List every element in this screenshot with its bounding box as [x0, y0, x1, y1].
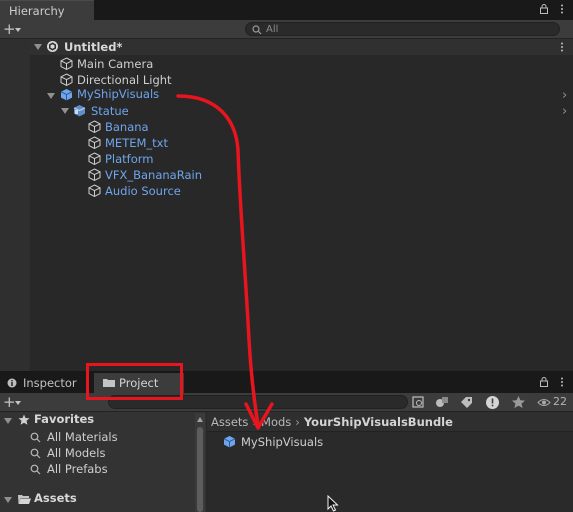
tab-inspector[interactable]: Inspector — [0, 373, 90, 393]
lock-icon[interactable] — [540, 377, 548, 387]
gameobject-cube-icon — [60, 57, 73, 70]
gameobject-cube-icon — [88, 168, 101, 181]
expand-arrow-icon[interactable] — [34, 44, 42, 50]
gameobject-cube-icon — [88, 184, 101, 197]
hierarchy-item[interactable]: Banana — [88, 119, 288, 135]
prefab-cube-icon — [60, 89, 73, 101]
favorite-label: All Prefabs — [47, 462, 108, 476]
item-label: Platform — [105, 152, 154, 166]
search-input[interactable] — [266, 23, 546, 35]
hierarchy-item[interactable]: Audio Source — [88, 183, 288, 199]
open-prefab-chevron-icon[interactable]: › — [562, 104, 567, 119]
breadcrumb-mods[interactable]: Mods — [261, 415, 291, 429]
gameobject-cube-icon — [88, 152, 101, 165]
create-asset-button[interactable]: + — [3, 395, 25, 410]
hierarchy-item[interactable]: VFX_BananaRain — [88, 167, 288, 183]
mouse-cursor-icon — [327, 495, 339, 512]
star-icon[interactable] — [510, 394, 527, 411]
hierarchy-item[interactable]: Main Camera — [60, 56, 260, 72]
gameobject-cube-icon — [60, 73, 73, 86]
filter-by-type-icon[interactable] — [434, 394, 451, 411]
hierarchy-item-myshipvisuals[interactable]: MyShipVisuals — [47, 87, 247, 104]
unity-scene-icon — [47, 41, 58, 52]
chevron-right-icon: › — [252, 415, 258, 429]
favorite-item[interactable]: All Models — [30, 445, 190, 461]
create-button[interactable]: + — [3, 22, 25, 37]
asset-item[interactable]: MyShipVisuals — [223, 434, 423, 450]
item-label: METEM_txt — [105, 136, 168, 150]
favorite-item[interactable]: All Materials — [30, 429, 190, 445]
search-icon — [30, 448, 41, 459]
lock-icon[interactable] — [540, 4, 548, 14]
scroll-up-icon[interactable] — [197, 417, 203, 422]
chevron-right-icon: › — [295, 415, 300, 429]
hierarchy-item[interactable]: METEM_txt — [88, 135, 288, 151]
search-icon — [30, 464, 41, 475]
favorite-label: All Models — [47, 446, 106, 460]
favorite-item[interactable]: All Prefabs — [30, 461, 190, 477]
scene-name: Untitled* — [64, 40, 123, 54]
tree-gutter — [0, 39, 30, 371]
expand-arrow-icon[interactable] — [4, 418, 12, 424]
prefab-cube-icon — [223, 436, 236, 448]
gameobject-cube-icon — [88, 136, 101, 149]
expand-arrow-icon[interactable] — [4, 497, 12, 503]
gameobject-cube-icon — [88, 120, 101, 133]
breadcrumb: Assets › Mods › YourShipVisualsBundle — [207, 412, 573, 432]
open-prefab-chevron-icon[interactable]: › — [562, 88, 567, 103]
expand-arrow-icon[interactable] — [47, 93, 55, 99]
warning-icon[interactable] — [484, 394, 501, 411]
tab-hierarchy-label: Hierarchy — [9, 4, 65, 18]
hierarchy-item-statue[interactable]: Statue — [61, 103, 261, 119]
hierarchy-item[interactable]: Platform — [88, 151, 288, 167]
item-label: Statue — [91, 104, 129, 118]
favorites-label: Favorites — [34, 412, 95, 426]
tab-inspector-label: Inspector — [23, 376, 77, 390]
item-label: Main Camera — [77, 57, 154, 71]
search-icon — [252, 25, 262, 35]
item-label: Banana — [105, 120, 149, 134]
asset-label: MyShipVisuals — [241, 435, 324, 449]
dropdown-caret-icon — [15, 401, 21, 405]
favorites-header[interactable]: Favorites — [4, 412, 184, 428]
label-tag-icon[interactable] — [458, 394, 475, 411]
scene-header[interactable]: Untitled* — [34, 39, 554, 55]
assets-label: Assets — [34, 491, 77, 505]
search-by-type-icon[interactable] — [410, 394, 427, 411]
tab-hierarchy[interactable]: Hierarchy — [0, 0, 94, 20]
dropdown-caret-icon — [15, 28, 21, 32]
expand-arrow-icon[interactable] — [61, 108, 69, 114]
favorite-label: All Materials — [47, 430, 118, 444]
scene-menu-icon[interactable] — [560, 42, 564, 52]
assets-header[interactable]: Assets — [4, 491, 184, 507]
item-label: MyShipVisuals — [77, 87, 160, 101]
window-menu-icon[interactable] — [560, 377, 564, 387]
scrollbar-thumb[interactable] — [197, 427, 203, 512]
hidden-count: 22 — [553, 395, 567, 408]
search-icon — [30, 432, 41, 443]
star-icon — [18, 414, 30, 425]
breadcrumb-current[interactable]: YourShipVisualsBundle — [304, 415, 453, 429]
model-prefab-icon — [73, 105, 86, 117]
eye-icon[interactable] — [537, 398, 551, 407]
project-tab-highlight — [86, 363, 183, 400]
window-menu-icon[interactable] — [560, 4, 564, 14]
folder-open-icon — [18, 495, 31, 504]
info-icon — [7, 378, 17, 388]
hierarchy-window: Hierarchy + Untitled* — [0, 0, 573, 371]
sidebar-scrollbar[interactable] — [195, 413, 205, 512]
breadcrumb-assets[interactable]: Assets — [211, 415, 248, 429]
item-label: Audio Source — [105, 184, 181, 198]
item-label: VFX_BananaRain — [105, 168, 202, 182]
hierarchy-search[interactable] — [245, 22, 560, 36]
